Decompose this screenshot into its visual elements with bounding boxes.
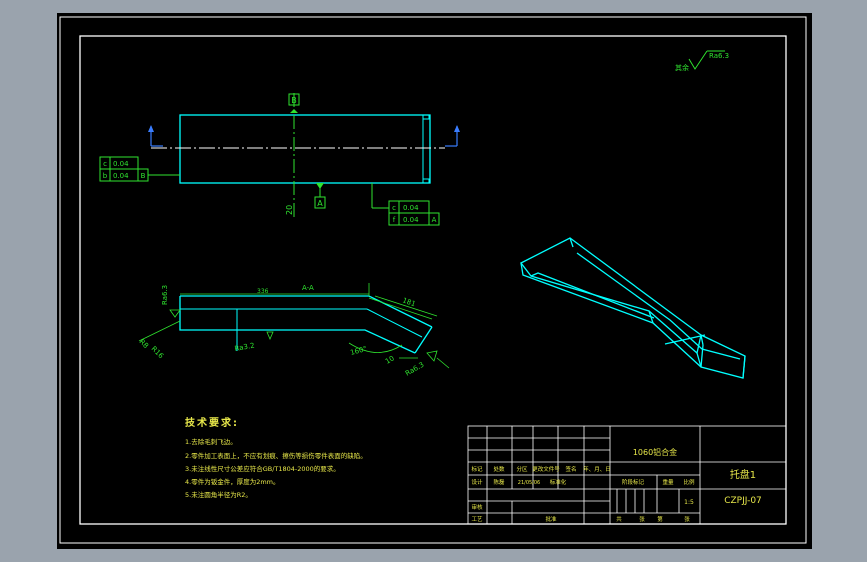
- tb-sheet-1: 张: [639, 515, 645, 523]
- section-arrow-right: [445, 125, 460, 147]
- roughness-other-label: 其余: [675, 63, 689, 72]
- tol-left-1-symbol: c: [103, 160, 107, 168]
- dim-vertical-left: 20: [285, 205, 294, 215]
- tech-item-2: 2.零件加工表面上，不应有划痕、擦伤等损伤零件表面的缺陷。: [185, 451, 367, 460]
- dim-slope: 181: [401, 296, 416, 308]
- tb-design-0: 设计: [471, 478, 483, 486]
- tb-design-3: 标准化: [550, 478, 567, 486]
- tb-stage-label: 阶段标记: [622, 478, 645, 486]
- tech-requirements: 技术要求: 1.去除毛刺飞边。 2.零件加工表面上，不应有划痕、擦伤等损伤零件表…: [185, 416, 367, 499]
- roughness-right-value: Ra6.3: [404, 361, 425, 378]
- tb-design-1: 陈磊: [493, 478, 505, 486]
- tb-design-2: 21/05/06: [518, 480, 540, 486]
- dim-length: 336: [257, 288, 269, 295]
- tb-hdr-0: 标记: [471, 465, 483, 473]
- tb-hdr-4: 签名: [565, 465, 576, 473]
- outer-border: [59, 16, 807, 544]
- tb-weight-label: 重量: [662, 478, 674, 486]
- roughness-mid: Ra3.2: [234, 331, 274, 353]
- tol-right-2-datum: A: [432, 216, 437, 224]
- iso-upper-face: [520, 237, 702, 355]
- tb-process: 工艺: [471, 516, 483, 523]
- tol-right-2-value: 0.04: [403, 216, 419, 224]
- tb-material: 1060铝合金: [633, 447, 677, 457]
- tech-title: 技术要求:: [185, 416, 239, 429]
- datum-a: A: [314, 183, 326, 209]
- dim-small: 10: [384, 354, 396, 365]
- tb-sheet-0: 共: [616, 515, 622, 523]
- side-view: 336 A-A 181 Ra6.3 R8 R16 Ra3.2 160° 10 R…: [138, 283, 450, 378]
- tb-hdr-1: 处数: [493, 465, 505, 473]
- tb-approve: 批准: [545, 515, 557, 523]
- tb-review: 审核: [471, 503, 483, 511]
- tech-item-1: 1.去除毛刺飞边。: [185, 437, 237, 446]
- roughness-other-value: Ra6.3: [709, 52, 729, 60]
- tb-part-name: 托盘1: [730, 468, 756, 481]
- tol-right-2-symbol: f: [393, 216, 396, 224]
- cad-viewport[interactable]: B A 20 c 0.04 b 0.04 B c 0.04 f 0.04 A 其…: [57, 13, 812, 549]
- tb-drawing-no: CZPJJ-07: [724, 496, 762, 506]
- tol-right-1-symbol: c: [392, 204, 396, 212]
- front-outline: [179, 114, 431, 184]
- tb-sheet-3: 张: [684, 515, 690, 523]
- side-end: [414, 326, 433, 354]
- tolerance-frame-right: c 0.04 f 0.04 A: [371, 183, 440, 226]
- tol-right-1-value: 0.04: [403, 204, 419, 212]
- tb-scale-value: 1:5: [684, 499, 694, 506]
- tech-item-4: 4.零件为钣金件，厚度为2mm。: [185, 477, 280, 486]
- tech-item-5: 5.未注圆角半径为R2。: [185, 490, 252, 499]
- tol-left-2-datum: B: [141, 172, 146, 180]
- tb-scale-label: 比例: [683, 478, 695, 486]
- isometric-view: [520, 237, 746, 379]
- tech-item-3: 3.未注线性尺寸公差应符合GB/T1804-2000的要求。: [185, 464, 340, 473]
- datum-b: B: [288, 93, 300, 113]
- dim-left-height: Ra6.3: [161, 285, 169, 305]
- roughness-left: Ra6.3: [161, 285, 181, 318]
- datum-a-label: A: [317, 199, 323, 208]
- tol-left-2-value: 0.04: [113, 172, 129, 180]
- side-outline-bottom: [179, 296, 416, 354]
- iso-lower-edge: [520, 262, 746, 379]
- dim-r2: R16: [150, 345, 166, 361]
- dim-r1: R8: [138, 338, 150, 350]
- tb-hdr-2: 分区: [516, 465, 528, 473]
- section-label: A-A: [302, 284, 314, 292]
- roughness-top-right: 其余 Ra6.3: [675, 50, 729, 72]
- section-arrow-left: [148, 125, 163, 147]
- roughness-right: Ra6.3: [404, 350, 450, 378]
- drawing-canvas: B A 20 c 0.04 b 0.04 B c 0.04 f 0.04 A 其…: [59, 16, 807, 544]
- tb-hdr-5: 年、月、日: [583, 465, 611, 473]
- dim-angle: 160°: [349, 345, 367, 357]
- tol-left-2-symbol: b: [103, 172, 108, 180]
- tb-sheet-2: 第: [657, 515, 663, 523]
- datum-b-label: B: [291, 96, 297, 105]
- title-block: 1060铝合金 托盘1 CZPJJ-07 标记 处数 分区 更改文件号 签名 年…: [467, 425, 787, 525]
- inner-border: [79, 35, 787, 525]
- tolerance-frame-left: c 0.04 b 0.04 B: [99, 156, 180, 182]
- front-view: B A 20 c 0.04 b 0.04 B c 0.04 f 0.04 A: [99, 93, 460, 226]
- tol-left-1-value: 0.04: [113, 160, 129, 168]
- tb-hdr-3: 更改文件号: [532, 465, 560, 473]
